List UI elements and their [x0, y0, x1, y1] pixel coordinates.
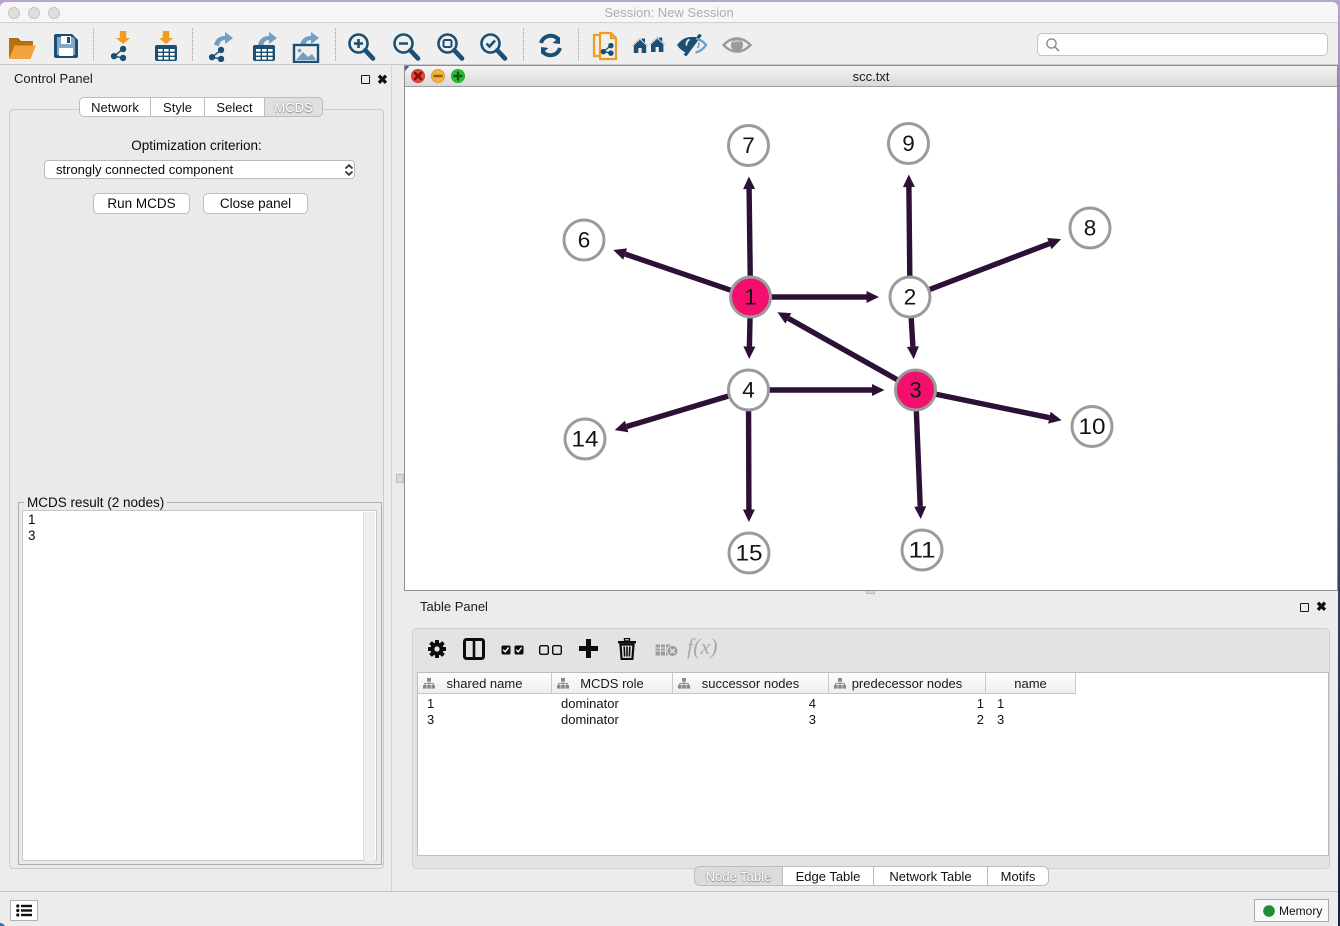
svg-text:11: 11: [909, 538, 936, 563]
svg-text:15: 15: [736, 541, 763, 566]
svg-text:7: 7: [742, 133, 755, 158]
svg-text:10: 10: [1079, 414, 1106, 439]
svg-text:3: 3: [909, 378, 922, 403]
svg-text:1: 1: [744, 285, 757, 310]
svg-text:6: 6: [578, 228, 591, 253]
svg-text:9: 9: [902, 131, 915, 156]
svg-text:14: 14: [572, 427, 599, 452]
svg-text:8: 8: [1084, 216, 1097, 241]
svg-text:4: 4: [742, 378, 755, 403]
svg-text:2: 2: [904, 285, 917, 310]
